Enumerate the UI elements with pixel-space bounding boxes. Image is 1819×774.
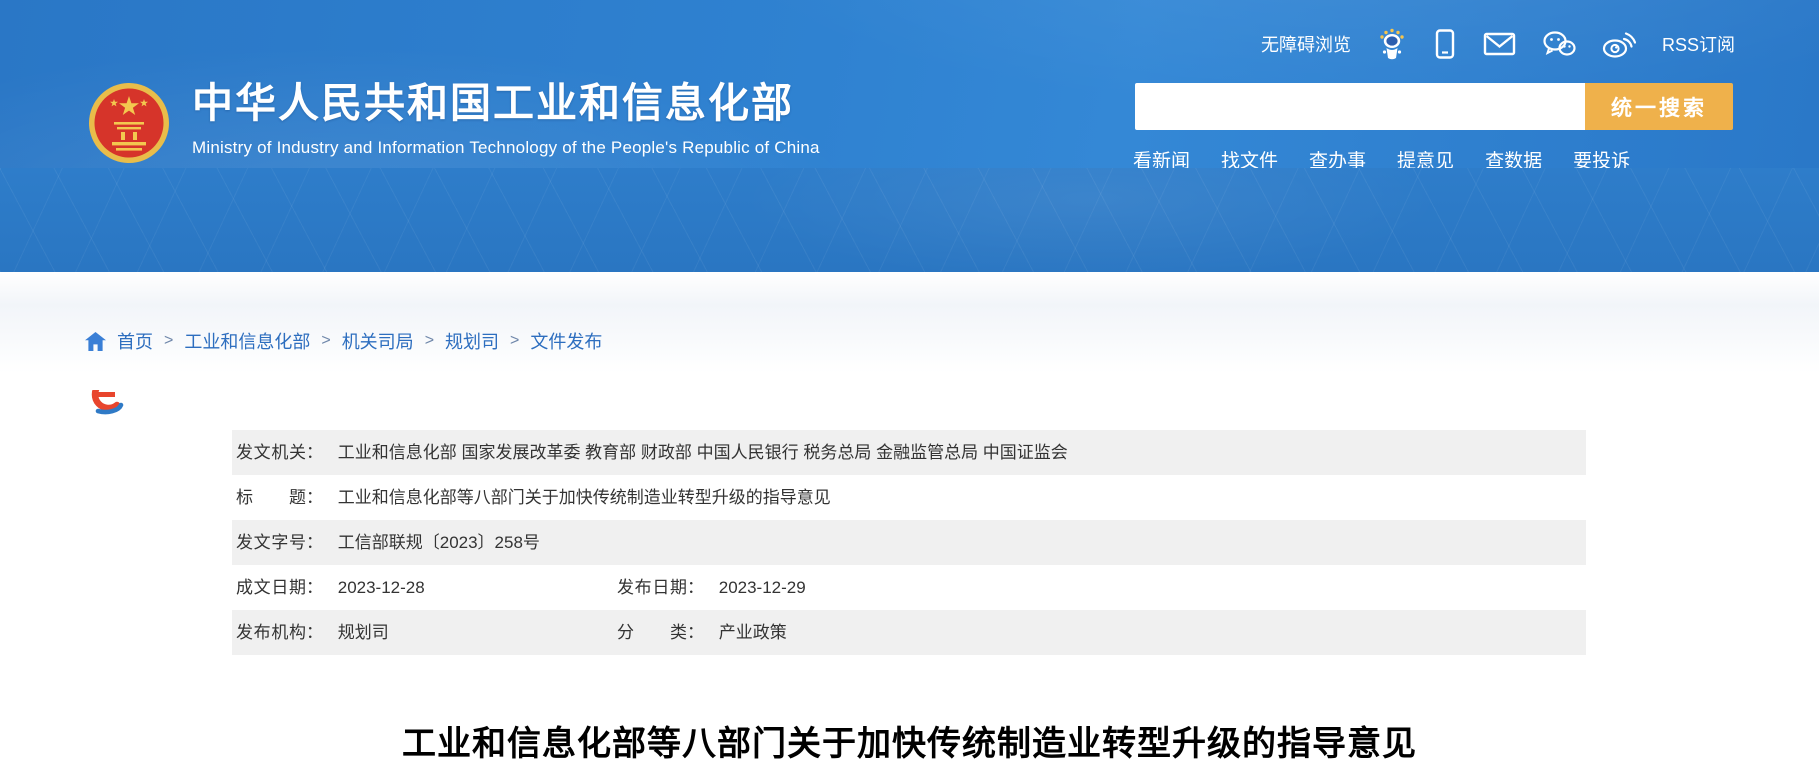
meta-value: 产业政策 (719, 623, 787, 642)
breadcrumb-separator: > (425, 332, 434, 350)
meta-label: 标题 (236, 475, 306, 520)
breadcrumb-miit[interactable]: 工业和信息化部 (184, 328, 310, 354)
meta-value: 2023-12-29 (719, 578, 806, 597)
mobile-icon[interactable] (1433, 28, 1457, 60)
meta-value: 工业和信息化部 国家发展改革委 教育部 财政部 中国人民银行 税务总局 金融监管… (338, 443, 1068, 462)
search-input[interactable] (1135, 83, 1585, 130)
meta-colon: ： (687, 565, 704, 610)
meta-colon: ： (306, 610, 323, 655)
mail-icon[interactable] (1483, 32, 1516, 56)
breadcrumb-separator: > (510, 332, 519, 350)
breadcrumb-separator: > (321, 332, 330, 350)
meta-row-issuing-agency: 发文机关： 工业和信息化部 国家发展改革委 教育部 财政部 中国人民银行 税务总… (232, 430, 1586, 475)
site-subtitle: Ministry of Industry and Information Tec… (192, 138, 820, 158)
meta-row-dates: 成文日期： 2023-12-28 发布日期： 2023-12-29 (232, 565, 1586, 610)
utility-bar: 无障碍浏览 (1261, 26, 1735, 62)
meta-colon: ： (306, 475, 323, 520)
meta-label: 发文机关 (236, 430, 306, 475)
site-title[interactable]: 中华人民共和国工业和信息化部 (192, 82, 820, 125)
breadcrumb-home[interactable]: 首页 (117, 328, 153, 354)
meta-label: 成文日期 (236, 565, 306, 610)
wechat-icon[interactable] (1542, 30, 1576, 58)
meta-row-title: 标题： 工业和信息化部等八部门关于加快传统制造业转型升级的指导意见 (232, 475, 1586, 520)
breadcrumb-bureaus[interactable]: 机关司局 (342, 328, 414, 354)
mascot-robot-icon[interactable] (1377, 28, 1407, 60)
document-title: 工业和信息化部等八部门关于加快传统制造业转型升级的指导意见 (0, 716, 1819, 765)
meta-label: 分类 (617, 610, 687, 655)
meta-value: 工业和信息化部等八部门关于加快传统制造业转型升级的指导意见 (338, 488, 831, 507)
meta-row-publisher: 发布机构： 规划司 分类： 产业政策 (232, 610, 1586, 655)
doc-meta-table: 发文机关： 工业和信息化部 国家发展改革委 教育部 财政部 中国人民银行 税务总… (232, 430, 1586, 655)
meta-label: 发布日期 (617, 565, 687, 610)
accessibility-link[interactable]: 无障碍浏览 (1261, 31, 1351, 57)
search-box: 统一搜索 (1135, 83, 1733, 130)
brand-text: 中华人民共和国工业和信息化部 Ministry of Industry and … (192, 82, 820, 158)
unified-search-button[interactable]: 统一搜索 (1585, 83, 1733, 130)
rss-link[interactable]: RSS订阅 (1662, 31, 1735, 57)
meta-colon: ： (306, 520, 323, 565)
site-header: 无障碍浏览 (0, 0, 1819, 168)
meta-row-doc-number: 发文字号： 工信部联规〔2023〕258号 (232, 520, 1586, 565)
brand-block: 中华人民共和国工业和信息化部 Ministry of Industry and … (88, 82, 820, 164)
breadcrumb-separator: > (164, 332, 173, 350)
meta-colon: ： (687, 610, 704, 655)
meta-label: 发布机构 (236, 610, 306, 655)
meta-colon: ： (306, 565, 323, 610)
national-emblem (88, 82, 170, 164)
meta-label: 发文字号 (236, 520, 306, 565)
meta-value: 规划司 (338, 623, 389, 642)
meta-colon: ： (306, 430, 323, 475)
breadcrumb: 首页 > 工业和信息化部 > 机关司局 > 规划司 > 文件发布 (85, 328, 602, 354)
meta-value: 工信部联规〔2023〕258号 (338, 533, 540, 552)
breadcrumb-planning[interactable]: 规划司 (445, 328, 499, 354)
meta-col2: 发布日期： 2023-12-29 (617, 565, 806, 610)
meta-col2: 分类： 产业政策 (617, 610, 787, 655)
weibo-icon[interactable] (1602, 30, 1636, 58)
meta-value: 2023-12-28 (338, 578, 425, 597)
main-navbar: 工业和信息化部 新闻动态 政务公开 政务服务 公众参与 工信数据 专题专栏 (0, 168, 1819, 272)
home-icon[interactable] (85, 332, 106, 351)
breadcrumb-docs[interactable]: 文件发布 (530, 328, 602, 354)
